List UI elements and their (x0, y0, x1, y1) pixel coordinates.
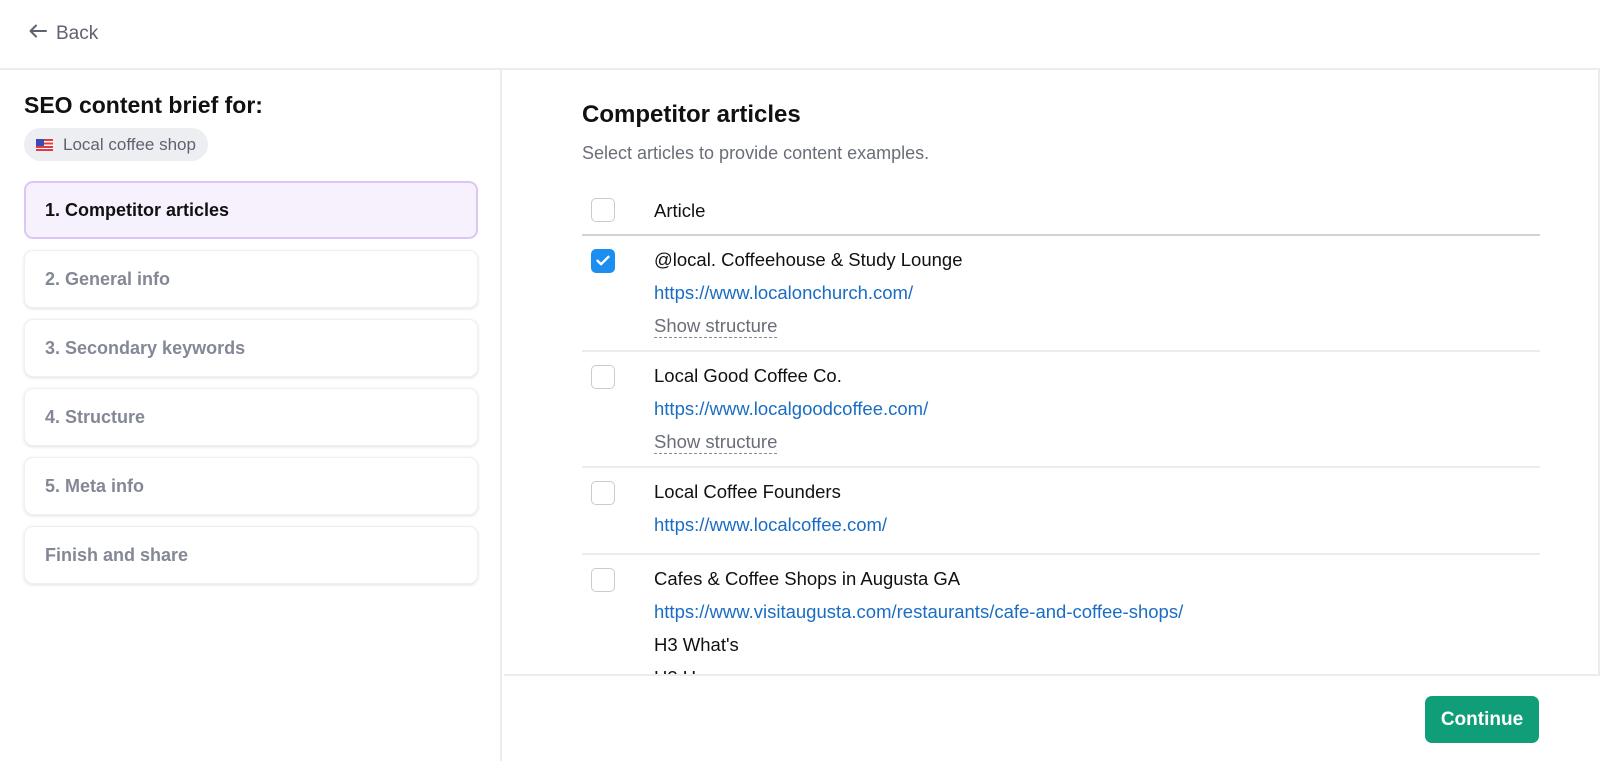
step-general-info[interactable]: 2. General info (24, 250, 478, 308)
continue-button[interactable]: Continue (1425, 696, 1539, 743)
table-row: Local Coffee Founders https://www.localc… (582, 468, 1540, 555)
structure-heading: H3 What's (654, 634, 739, 655)
article-title: @local. Coffeehouse & Study Lounge (654, 249, 963, 270)
keyword-chip: Local coffee shop (24, 128, 208, 161)
step-meta-info[interactable]: 5. Meta info (24, 457, 478, 515)
step-label: 4. Structure (45, 406, 146, 427)
top-bar: Back (0, 0, 1600, 70)
step-label: 1. Competitor articles (45, 199, 230, 220)
step-competitor-articles[interactable]: 1. Competitor articles (24, 181, 478, 239)
article-title: Local Good Coffee Co. (654, 365, 842, 386)
back-button[interactable]: Back (28, 20, 98, 48)
show-structure-link[interactable]: Show structure (654, 431, 778, 454)
row-checkbox[interactable] (591, 365, 615, 389)
step-label: 2. General info (45, 268, 171, 289)
step-structure[interactable]: 4. Structure (24, 388, 478, 446)
structure-heading: H3 H... (654, 667, 712, 674)
arrow-left-icon (28, 23, 48, 45)
step-label: 3. Secondary keywords (45, 337, 246, 358)
article-title: Cafes & Coffee Shops in Augusta GA (654, 568, 961, 589)
select-all-checkbox[interactable] (591, 198, 615, 222)
article-title: Local Coffee Founders (654, 481, 841, 502)
competitor-articles-panel[interactable]: Competitor articles Select articles to p… (504, 70, 1600, 676)
article-url-link[interactable]: https://www.localcoffee.com/ (654, 514, 887, 536)
brief-title: SEO content brief for: (24, 92, 263, 118)
show-structure-link[interactable]: Show structure (654, 315, 778, 338)
brief-sidebar: SEO content brief for: Local coffee shop… (0, 70, 502, 761)
check-icon (596, 255, 610, 266)
step-label: Finish and share (45, 544, 189, 565)
steps-nav: 1. Competitor articles 2. General info 3… (24, 181, 478, 595)
keyword-label: Local coffee shop (63, 134, 196, 154)
table-row: Local Good Coffee Co. https://www.localg… (582, 352, 1540, 468)
row-checkbox[interactable] (591, 481, 615, 505)
back-label: Back (56, 23, 99, 44)
row-checkbox[interactable] (591, 249, 615, 273)
step-label: 5. Meta info (45, 475, 145, 496)
section-title: Competitor articles (582, 101, 801, 128)
article-url-link[interactable]: https://www.localonchurch.com/ (654, 282, 913, 304)
articles-table: Article @local. Coffeehouse & Study Loun… (582, 186, 1540, 674)
article-url-link[interactable]: https://www.localgoodcoffee.com/ (654, 398, 928, 420)
table-header: Article (582, 186, 1540, 236)
section-subtitle: Select articles to provide content examp… (582, 143, 930, 163)
table-row: @local. Coffeehouse & Study Lounge https… (582, 236, 1540, 352)
article-column-header: Article (654, 200, 706, 221)
us-flag-icon (36, 138, 53, 151)
article-url-link[interactable]: https://www.visitaugusta.com/restaurants… (654, 601, 1183, 623)
step-secondary-keywords[interactable]: 3. Secondary keywords (24, 319, 478, 377)
row-checkbox[interactable] (591, 568, 615, 592)
table-row: Cafes & Coffee Shops in Augusta GA https… (582, 555, 1540, 674)
step-finish-and-share[interactable]: Finish and share (24, 526, 478, 584)
